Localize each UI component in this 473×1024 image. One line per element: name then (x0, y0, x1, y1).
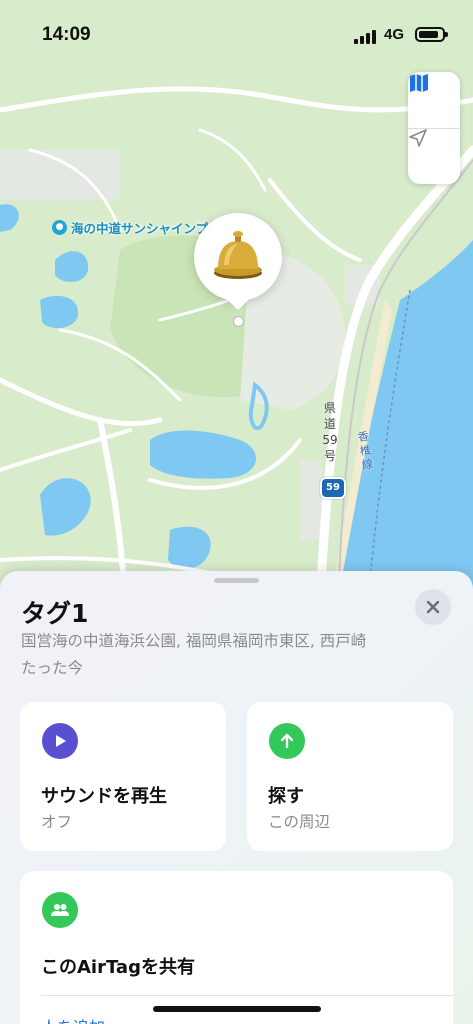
find-label: 探す (268, 786, 304, 807)
locate-button[interactable] (408, 128, 460, 184)
map-icon (410, 74, 428, 92)
map-view[interactable]: ● 海の中道サンシャインプ 県道59号 59 香椎線 (0, 0, 473, 600)
sheet-grabber[interactable] (214, 578, 259, 583)
route-shield: 59 (320, 477, 346, 499)
find-card[interactable]: 探す この周辺 (247, 702, 453, 851)
add-person-link[interactable]: 人を追加 (41, 1014, 105, 1024)
battery-icon (415, 27, 448, 42)
map-controls (408, 72, 460, 184)
home-indicator[interactable] (153, 1006, 321, 1012)
airtag-location-pin[interactable] (194, 213, 282, 301)
play-icon-circle (42, 723, 78, 759)
last-updated: たった今 (21, 659, 84, 677)
road-label: 県道59号 (322, 401, 338, 463)
network-type: 4G (384, 26, 405, 43)
bell-icon (214, 231, 262, 279)
item-detail-sheet: タグ1 国営海の中道海浜公園, 福岡県福岡市東区, 西戸崎 たった今 サウンドを… (0, 571, 473, 1024)
play-sound-status: オフ (41, 813, 73, 831)
map-mode-button[interactable] (408, 72, 460, 128)
arrow-up-icon-circle (269, 723, 305, 759)
signal-icon (354, 30, 380, 44)
play-icon (56, 735, 66, 747)
pin-point-dot (233, 316, 244, 327)
share-airtag-card[interactable]: このAirTagを共有 人を追加 (20, 871, 453, 1024)
find-sub: この周辺 (268, 813, 331, 831)
status-time: 14:09 (42, 24, 91, 45)
close-icon (426, 600, 440, 614)
people-icon-circle (42, 892, 78, 928)
item-location: 国営海の中道海浜公園, 福岡県福岡市東区, 西戸崎 (21, 632, 367, 650)
share-divider (41, 995, 453, 996)
item-title: タグ1 (21, 599, 89, 628)
play-sound-card[interactable]: サウンドを再生 オフ (20, 702, 226, 851)
poi-label: 海の中道サンシャインプ (71, 221, 209, 236)
close-button[interactable] (415, 589, 451, 625)
status-bar: 14:09 4G (0, 0, 473, 62)
location-arrow-icon (409, 129, 427, 147)
arrow-up-icon (280, 733, 294, 749)
aquarium-icon: ● (52, 220, 67, 235)
people-icon (51, 904, 69, 916)
poi-sunshine[interactable]: ● 海の中道サンシャインプ (52, 218, 208, 237)
share-title: このAirTagを共有 (41, 957, 195, 978)
play-sound-label: サウンドを再生 (41, 786, 167, 807)
